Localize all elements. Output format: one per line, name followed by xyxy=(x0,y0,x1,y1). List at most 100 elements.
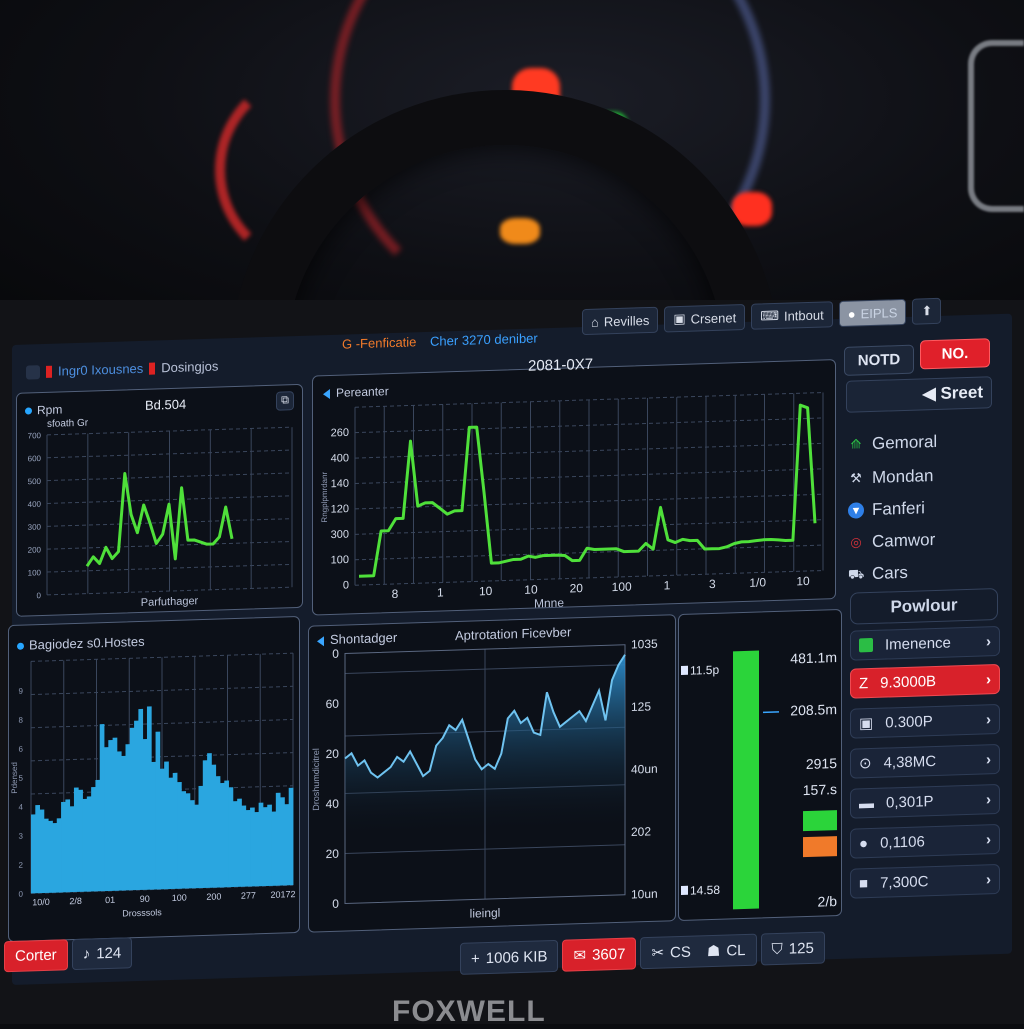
x-tick-label: 277 xyxy=(241,890,256,900)
bar xyxy=(228,787,234,888)
right-label: 481.1m xyxy=(790,649,837,666)
car-dashboard-background xyxy=(0,0,1024,330)
chevron-right-icon: › xyxy=(986,632,991,650)
tab-revilles[interactable]: ⌂ Revilles xyxy=(582,306,659,336)
x-axis-label: Drosssols xyxy=(122,907,162,918)
street-field[interactable]: ◀ Sreet xyxy=(846,376,992,413)
y-tick-label: 0 xyxy=(19,890,24,899)
chart-panel-bottom-right: 11.5p 14.58 481.1m 208.5m 2915 157.s 2/b xyxy=(678,608,842,922)
right-label: 2/b xyxy=(818,893,838,910)
chart-title: Bd.504 xyxy=(145,396,187,413)
top-left-label-2[interactable]: Dosingjos xyxy=(161,359,218,376)
chat-icon: ✉ xyxy=(573,946,587,965)
export-button[interactable]: ⧉ xyxy=(276,391,294,411)
y-axis-label: Droshumdicitrel xyxy=(311,748,321,811)
bar xyxy=(112,737,118,891)
marker-square xyxy=(681,885,688,895)
y-tick-label-left: 20 xyxy=(326,747,340,761)
line-chart-top-center: 01003001201404002608 1 10 10 20 100 1 3 1/0 10Mnn… xyxy=(320,392,824,611)
row-value-0-301p[interactable]: ▬ 0,301P › xyxy=(850,783,1000,819)
x-axis-label: Parfuthager xyxy=(141,595,199,609)
right-label: 208.5m xyxy=(790,701,837,718)
bar xyxy=(31,814,36,894)
x-tick-label: 1 xyxy=(664,578,671,592)
bar xyxy=(254,811,260,887)
sidebar-item-gemoral[interactable]: ⟰ Gemoral xyxy=(848,432,938,455)
no-button[interactable]: NO. xyxy=(920,338,990,370)
count-124-button[interactable]: ♪ 124 xyxy=(71,937,133,971)
bar xyxy=(138,708,144,891)
row-value-0-1106[interactable]: ● 0,1106 › xyxy=(850,823,1000,859)
messages-button[interactable]: ✉ 3607 xyxy=(562,937,637,972)
top-left-label[interactable]: Ingr0 Ixousnes xyxy=(58,361,143,379)
top-center-orange-label: G -Fenficatie xyxy=(342,334,417,352)
y-tick-label: 700 xyxy=(28,431,42,440)
sidebar-item-camwor[interactable]: ◎ Camwor xyxy=(848,530,935,553)
level-bar-chart: 11.5p 14.58 481.1m 208.5m 2915 157.s 2/b xyxy=(681,649,838,910)
bar xyxy=(237,798,242,887)
bar xyxy=(194,804,199,889)
top-bar-center: G -Fenficatie Cher 3270 deniber xyxy=(342,330,538,351)
bag-icon: ⛟ xyxy=(848,566,865,582)
red-marker-icon xyxy=(46,365,52,378)
y-tick-label-right: 202 xyxy=(631,824,651,839)
section-label-powlour[interactable]: Powlour xyxy=(850,588,998,625)
row-value-4-38mc[interactable]: ⊙ 4,38MC › xyxy=(850,743,1000,779)
bar xyxy=(78,789,83,892)
green-square-icon xyxy=(859,637,873,653)
tools-icon: ✂ xyxy=(651,944,665,962)
bar xyxy=(275,792,281,886)
marker-square xyxy=(681,665,688,675)
y-tick-label: 100 xyxy=(331,554,349,567)
chart-panel-top-center: Pereanter 2081-0X7 0 100 300 120 140 400 260 8 1… xyxy=(312,356,836,616)
sidebar-item-fanferi[interactable]: ▾ Fanferi xyxy=(848,498,925,520)
tab-crsenet[interactable]: ▣ Crsenet xyxy=(664,303,746,333)
x-tick-label: 1/0 xyxy=(749,575,766,590)
area-chart-bottom-center: 0 20 40 20 60 0 10un 202 40un 125 1035 lieingl Drosh… xyxy=(311,637,658,921)
chevron-right-icon: › xyxy=(986,710,991,728)
collapse-icon[interactable] xyxy=(323,388,330,400)
x-axis-label: Mnne xyxy=(534,596,564,611)
person-icon: ☗ xyxy=(706,942,721,961)
y-tick-label: 200 xyxy=(28,545,42,554)
bar xyxy=(198,785,204,889)
bar xyxy=(69,806,75,893)
y-tick-label-left: 60 xyxy=(326,697,340,711)
sidebar-item-mondan[interactable]: ⚒ Mondan xyxy=(848,466,933,489)
bar xyxy=(207,753,212,888)
collapse-icon[interactable] xyxy=(317,635,324,646)
folder-icon: ■ xyxy=(859,874,869,892)
legend-label: Pereanter xyxy=(336,384,389,400)
y-tick-label-left: 0 xyxy=(332,897,339,911)
legend-swatch xyxy=(803,810,837,832)
corter-button[interactable]: Corter xyxy=(4,939,68,973)
sidebar-item-cars[interactable]: ⛟ Cars xyxy=(848,563,908,585)
row-imenence[interactable]: Imenence › xyxy=(850,625,1000,661)
bar xyxy=(52,822,58,893)
row-value-9-3000b[interactable]: Z 9.3000B › xyxy=(850,663,1000,699)
shield-125-button[interactable]: ⛉ 125 xyxy=(760,931,825,966)
top-bar-left: Ingr0 Ixousnes Dosingjos xyxy=(26,359,218,380)
bar xyxy=(164,761,169,890)
row-value-7-300c[interactable]: ■ 7,300C › xyxy=(850,863,1000,899)
chart-panel-top-left: Rpm sfoath Gr Bd.504 ⧉ 0 100 200 300 400 500 6… xyxy=(16,383,303,617)
y-tick-label: 4 xyxy=(19,803,24,812)
menu-icon[interactable] xyxy=(26,364,40,380)
notd-button[interactable]: NOTD xyxy=(844,344,914,376)
x-tick-label: 2/8 xyxy=(69,896,82,906)
y-tick-label-right: 1035 xyxy=(631,637,658,652)
chart-panel-bottom-center: Shontadger Aptrotation Ficevber 0 20 40 20 6… xyxy=(308,614,676,933)
tab-intbout[interactable]: ⌨ Intbout xyxy=(751,301,833,330)
bar xyxy=(202,760,208,889)
bar xyxy=(288,787,294,886)
cs-cl-button[interactable]: ✂ CS ☗ CL xyxy=(640,933,757,970)
pointer-arrow xyxy=(763,711,779,714)
size-button[interactable]: +1006 KIB xyxy=(460,939,559,975)
y-tick-label-left: 0 xyxy=(332,647,339,661)
chevron-right-icon: › xyxy=(986,870,991,888)
row-value-0-300p[interactable]: ▣ 0.300P › xyxy=(850,703,1000,739)
vent-trim xyxy=(968,40,1024,212)
bar xyxy=(267,804,272,886)
x-tick-label: 10 xyxy=(479,584,493,598)
bar xyxy=(232,801,238,888)
